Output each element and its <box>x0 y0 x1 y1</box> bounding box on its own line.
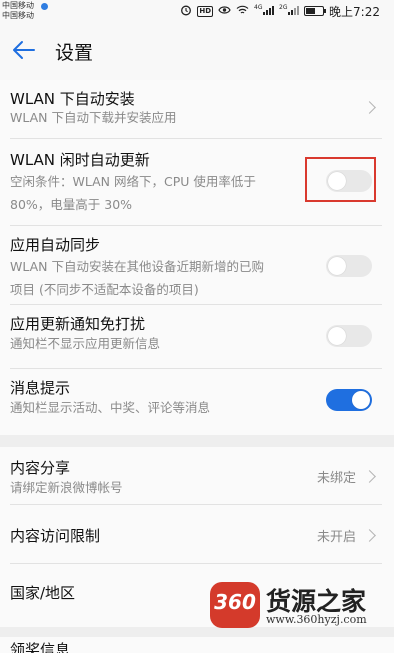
setting-app-auto-sync: 应用自动同步 WLAN 下自动安装在其他设备近期新增的已购 项目 (不同步不适配… <box>0 226 394 304</box>
signal-1-icon: 4G <box>254 4 275 19</box>
settings-group-partial: 领奖信息 <box>0 637 394 653</box>
section-gap <box>0 435 394 447</box>
setting-content-access[interactable]: 内容访问限制 未开启 <box>0 505 394 563</box>
setting-update-notify-dnd: 应用更新通知免打扰 通知栏不显示应用更新信息 <box>0 305 394 367</box>
battery-level-fill <box>306 8 316 14</box>
setting-title: 消息提示 <box>10 379 71 397</box>
setting-value: 未绑定 <box>316 471 356 486</box>
setting-title: 应用自动同步 <box>10 236 101 254</box>
setting-title: 国家/地区 <box>10 584 76 602</box>
clock-time: 晚上7:22 <box>329 4 380 19</box>
wifi-icon <box>236 5 249 18</box>
svg-text:4G: 4G <box>254 4 263 11</box>
setting-wlan-auto-install[interactable]: WLAN 下自动安装 WLAN 下自动下载并安装应用 <box>0 80 394 138</box>
chevron-right-icon <box>363 470 376 483</box>
setting-subtitle: WLAN 下自动下载并安装应用 <box>10 110 177 125</box>
status-icons: HD 4G 2G 晚上7:22 <box>180 3 380 19</box>
update-notify-dnd-toggle[interactable] <box>326 325 372 347</box>
chevron-right-icon <box>363 101 376 114</box>
setting-subtitle: 请绑定新浪微博帐号 <box>10 480 123 495</box>
signal-2-icon: 2G <box>279 4 300 19</box>
setting-content-share[interactable]: 内容分享 请绑定新浪微博帐号 未绑定 <box>0 447 394 503</box>
highlight-box <box>305 157 376 202</box>
battery-icon <box>304 6 327 16</box>
carrier-2-label: 中国移动 <box>2 11 34 20</box>
message-prompt-toggle[interactable] <box>326 389 372 411</box>
carrier-1-label: 中国移动 <box>2 1 34 10</box>
toggle-knob <box>328 257 346 275</box>
setting-subtitle-line2: 项目 (不同步不适配本设备的项目) <box>10 282 199 297</box>
chevron-right-icon <box>363 529 376 542</box>
hd-badge: HD <box>197 5 214 17</box>
svg-text:2G: 2G <box>279 4 288 11</box>
setting-title: WLAN 下自动安装 <box>10 90 135 108</box>
setting-title: 应用更新通知免打扰 <box>10 315 146 333</box>
watermark-url: www.360hyzj.com <box>266 613 367 626</box>
setting-title: 内容分享 <box>10 459 71 477</box>
app-auto-sync-toggle[interactable] <box>326 255 372 277</box>
status-bar: 中国移动 中国移动 HD 4G 2G 晚上7:22 <box>0 0 394 22</box>
setting-title: WLAN 闲时自动更新 <box>10 151 150 169</box>
setting-subtitle-line1: 空闲条件：WLAN 网络下，CPU 使用率低于 <box>10 174 256 189</box>
setting-value: 未开启 <box>316 530 356 545</box>
back-arrow-icon <box>13 41 35 59</box>
toggle-knob <box>328 327 346 345</box>
back-button[interactable] <box>8 34 40 66</box>
setting-subtitle: 通知栏显示活动、中奖、评论等消息 <box>10 400 211 415</box>
setting-subtitle: 通知栏不显示应用更新信息 <box>10 336 161 351</box>
page-title: 设置 <box>55 42 94 64</box>
watermark-logo: 360 <box>210 582 260 628</box>
watermark-logo-text: 360 <box>214 590 256 614</box>
toggle-knob <box>352 391 370 409</box>
setting-title-partial[interactable]: 领奖信息 <box>10 639 70 653</box>
alarm-icon <box>180 4 192 19</box>
app-header: 设置 <box>0 22 394 80</box>
setting-subtitle-line2: 80%，电量高于 30% <box>10 197 133 212</box>
setting-title: 内容访问限制 <box>10 527 101 545</box>
section-gap <box>0 627 394 637</box>
sim-indicator-icon <box>41 3 48 10</box>
setting-message-prompt: 消息提示 通知栏显示活动、中奖、评论等消息 <box>0 369 394 431</box>
eye-icon <box>218 5 231 18</box>
setting-subtitle-line1: WLAN 下自动安装在其他设备近期新增的已购 <box>10 259 264 274</box>
settings-group-updates: WLAN 下自动安装 WLAN 下自动下载并安装应用 WLAN 闲时自动更新 空… <box>0 80 394 435</box>
